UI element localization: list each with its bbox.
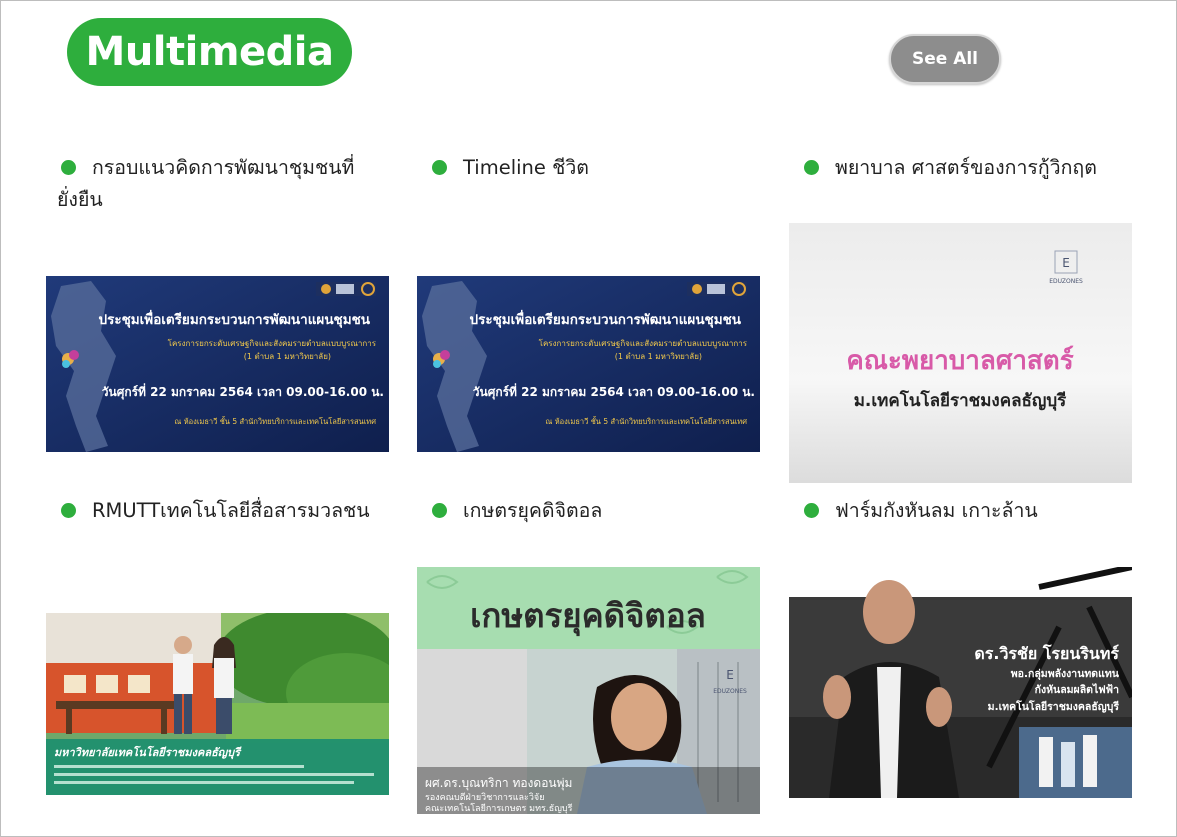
- video-title-3[interactable]: พยาบาล ศาสตร์ของการกู้วิกฤต: [800, 152, 1097, 184]
- thumb-heading: ประชุมเพื่อเตรียมกระบวนการพัฒนาแผนชุมชน: [470, 309, 742, 328]
- video-title-text[interactable]: กรอบแนวคิดการพัฒนาชุมชนที่: [92, 156, 354, 179]
- thumb-place: ณ ห้องเมธาวี ชั้น 5 สำนักวิทยบริการและเท…: [545, 416, 747, 426]
- thumb-role: พอ.กลุ่มพลังงานทดแทน: [1011, 668, 1120, 681]
- thumb-role: ม.เทคโนโลยีราชมงคลธัญบุรี: [988, 700, 1120, 714]
- video-thumbnail-4[interactable]: มหาวิทยาลัยเทคโนโลยีราชมงคลธัญบุรี: [46, 613, 389, 795]
- video-thumbnail-6[interactable]: ดร.วิรชัย โรยนรินทร์ พอ.กลุ่มพลังงานทดแท…: [789, 567, 1132, 798]
- video-title-5[interactable]: เกษตรยุคดิจิตอล: [428, 495, 602, 527]
- video-title-text[interactable]: ยั่งยืน: [57, 188, 103, 211]
- thumb-subtitle: ม.เทคโนโลยีราชมงคลธัญบุรี: [854, 390, 1067, 411]
- thumbnail-image: มหาวิทยาลัยเทคโนโลยีราชมงคลธัญบุรี: [46, 613, 389, 795]
- thumb-subtitle: โครงการยกระดับเศรษฐกิจและสังคมรายตำบลแบบ…: [539, 338, 748, 349]
- thumb-name: ดร.วิรชัย โรยนรินทร์: [974, 643, 1119, 663]
- thumb-role: รองคณบดีฝ่ายวิชาการและวิจัย: [425, 792, 544, 803]
- video-title-text[interactable]: ฟาร์มกังหันลม เกาะล้าน: [835, 499, 1038, 522]
- thumb-heading: ประชุมเพื่อเตรียมกระบวนการพัฒนาแผนชุมชน: [99, 309, 371, 328]
- thumb-place: ณ ห้องเมธาวี ชั้น 5 สำนักวิทยบริการและเท…: [174, 416, 376, 426]
- section-title: Multimedia: [67, 18, 352, 86]
- video-thumbnail-3[interactable]: E EDUZONES คณะพยาบาลศาสตร์ ม.เทคโนโลยีรา…: [789, 223, 1132, 483]
- thumbnail-image: E EDUZONES คณะพยาบาลศาสตร์ ม.เทคโนโลยีรา…: [789, 223, 1132, 483]
- thumb-banner: มหาวิทยาลัยเทคโนโลยีราชมงคลธัญบุรี: [54, 745, 242, 760]
- thumb-heading: คณะพยาบาลศาสตร์: [846, 345, 1073, 376]
- bullet-icon: [61, 160, 76, 175]
- bullet-icon: [432, 160, 447, 175]
- bullet-icon: [432, 503, 447, 518]
- thumb-role: กังหันลมผลิตไฟฟ้า: [1035, 683, 1119, 696]
- video-title-text[interactable]: พยาบาล ศาสตร์ของการกู้วิกฤต: [835, 156, 1097, 179]
- bullet-icon: [804, 160, 819, 175]
- video-title-6[interactable]: ฟาร์มกังหันลม เกาะล้าน: [800, 495, 1038, 527]
- thumb-name: ผศ.ดร.บุณทริกา ทองดอนพุ่ม: [425, 776, 572, 791]
- video-title-1[interactable]: กรอบแนวคิดการพัฒนาชุมชนที่ ยั่งยืน: [57, 152, 397, 216]
- bullet-icon: [804, 503, 819, 518]
- video-title-text[interactable]: Timeline ชีวิต: [463, 156, 589, 179]
- video-title-text[interactable]: เกษตรยุคดิจิตอล: [463, 499, 602, 522]
- video-thumbnail-1[interactable]: ประชุมเพื่อเตรียมกระบวนการพัฒนาแผนชุมชน …: [46, 276, 389, 452]
- thumb-date: วันศุกร์ที่ 22 มกราคม 2564 เวลา 09.00-16…: [102, 383, 384, 400]
- video-thumbnail-2[interactable]: ประชุมเพื่อเตรียมกระบวนการพัฒนาแผนชุมชน …: [417, 276, 760, 452]
- video-thumbnail-5[interactable]: เกษตรยุคดิจิตอล E EDUZONES ผศ.ดร.บุณทริก…: [417, 567, 760, 814]
- thumb-role: คณะเทคโนโลยีการเกษตร มทร.ธัญบุรี: [425, 803, 573, 814]
- video-title-text[interactable]: RMUTTเทคโนโลยีสื่อสารมวลชน: [92, 499, 370, 522]
- thumb-date: วันศุกร์ที่ 22 มกราคม 2564 เวลา 09.00-16…: [473, 383, 755, 400]
- brand-label: EDUZONES: [1049, 278, 1083, 285]
- thumb-subtitle: โครงการยกระดับเศรษฐกิจและสังคมรายตำบลแบบ…: [168, 338, 377, 349]
- thumb-heading: เกษตรยุคดิจิตอล: [470, 596, 706, 637]
- eduzones-logo-icon: E: [1062, 256, 1070, 270]
- thumbnail-image: ประชุมเพื่อเตรียมกระบวนการพัฒนาแผนชุมชน …: [46, 276, 389, 452]
- thumbnail-image: เกษตรยุคดิจิตอล E EDUZONES ผศ.ดร.บุณทริก…: [417, 567, 760, 814]
- thumbnail-image: ประชุมเพื่อเตรียมกระบวนการพัฒนาแผนชุมชน …: [417, 276, 760, 452]
- thumb-subtitle: (1 ตำบล 1 มหาวิทยาลัย): [615, 352, 702, 361]
- eduzones-logo-icon: E: [726, 668, 734, 682]
- see-all-button[interactable]: See All: [889, 34, 1001, 84]
- bullet-icon: [61, 503, 76, 518]
- video-title-2[interactable]: Timeline ชีวิต: [428, 152, 589, 184]
- thumbnail-image: ดร.วิรชัย โรยนรินทร์ พอ.กลุ่มพลังงานทดแท…: [789, 567, 1132, 798]
- video-title-4[interactable]: RMUTTเทคโนโลยีสื่อสารมวลชน: [57, 495, 370, 527]
- thumb-subtitle: (1 ตำบล 1 มหาวิทยาลัย): [244, 352, 331, 361]
- brand-label: EDUZONES: [713, 688, 747, 695]
